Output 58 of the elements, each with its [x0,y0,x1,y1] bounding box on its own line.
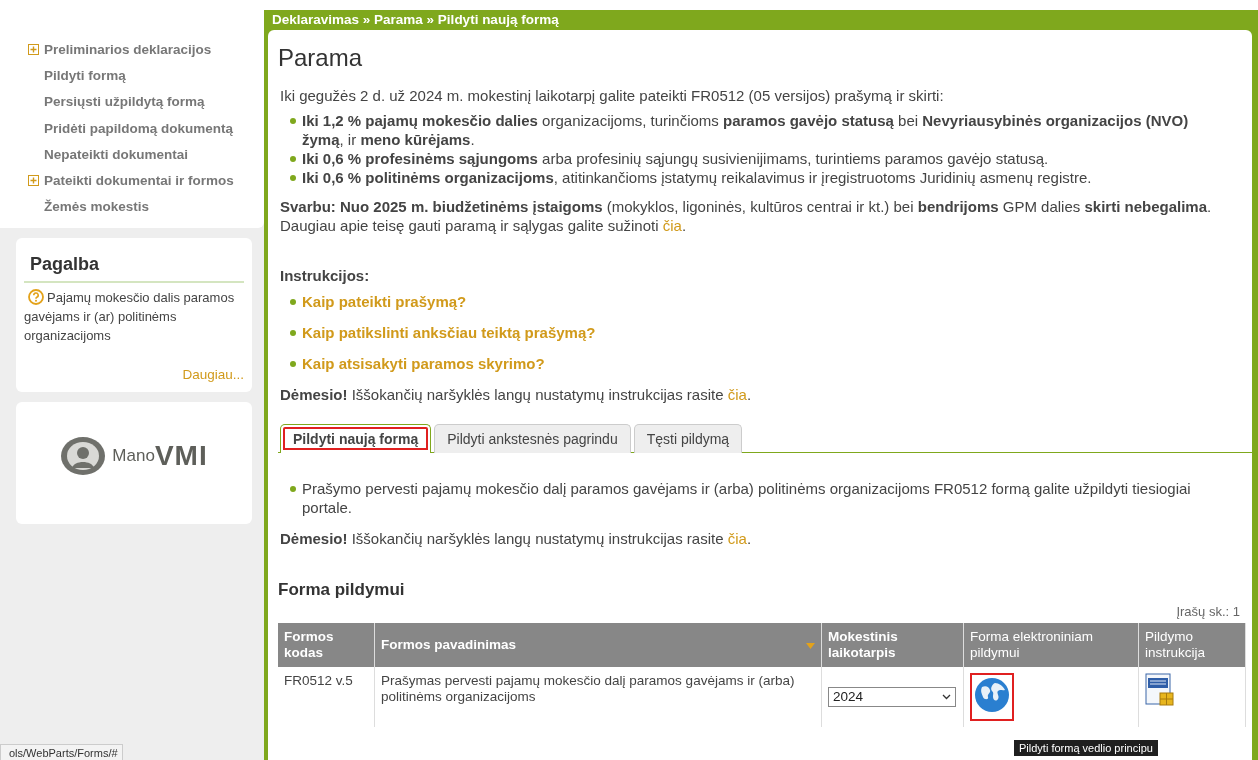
notice-text: Dėmesio! Iššokančių naršyklės langų nustatymų instrukcijas rasite čia. [280,529,753,548]
here-link[interactable]: čia [727,530,747,547]
bullet-text: Iki 0,6 % profesinėms sąjungoms arba profesinių sąjungų susivienijimams, turintiems paramos gavėjo statusą. [302,149,1049,168]
help-icon [28,289,44,306]
section-title: Forma pildymui [278,580,406,600]
column-header[interactable]: Pildymo instrukcija [1138,623,1246,667]
here-link[interactable]: čia [662,217,682,234]
instruction-link[interactable]: Kaip patikslinti anksčiau teiktą prašymą? [302,323,596,342]
column-header[interactable]: Mokestinis laikotarpis [821,623,964,667]
help-text: Pajamų mokesčio dalis paramos gavėjams ir (ar) politinėms organizacijoms [24,288,236,346]
tab[interactable]: Tęsti pildymą [633,424,743,453]
bullet-text: Prašymo pervesti pajamų mokesčio dalį paramos gavėjams ir (arba) politinėms organizacijoms FR0512 formą galite užpildyti tiesiogiai portale. [302,479,1192,517]
tab[interactable]: Pildyti naują formą [280,424,432,453]
bullet-icon [290,175,296,181]
bullet-icon [290,486,296,492]
logo[interactable]: ManoVMI [60,434,208,479]
status-url: ols/WebParts/Forms/# [0,744,123,760]
more-link[interactable]: Daugiau... [182,367,244,383]
intro-text: Iki gegužės 2 d. už 2024 m. mokestinį laikotarpį galite pateikti FR0512 (05 versijos) prašymą ir skirti: [280,86,945,105]
column-header[interactable]: Formos kodas [278,623,375,667]
globe-icon [974,677,1010,713]
more-info-text: Daugiau apie teisę gauti paramą ir sąlygas galite sužinoti čia. [280,216,688,235]
bullet-icon [290,330,296,336]
bullet-icon [290,299,296,305]
bullet-icon [290,361,296,367]
sidebar-menu-link[interactable]: Preliminarios deklaracijos [44,41,212,57]
instruction-link[interactable]: Kaip atsisakyti paramos skyrimo? [302,354,545,373]
sidebar-menu-link[interactable]: Pateikti dokumentai ir formos [44,173,234,189]
tooltip: Pildyti formą vedlio principu [1014,740,1158,756]
instructions-title: Instrukcijos: [280,267,371,284]
sidebar-menu-link[interactable]: Persiųsti užpildytą formą [44,94,205,110]
word-document-icon[interactable] [1145,673,1175,707]
globe-button[interactable] [970,673,1014,721]
bullet-icon [290,118,296,124]
record-count: Įrašų sk.: 1 [1176,604,1240,619]
sidebar-menu-link[interactable]: Žemės mokestis [44,199,150,215]
bullet-icon [290,156,296,162]
column-header[interactable]: Forma elektroniniam pildymui [963,623,1139,667]
help-title: Pagalba [24,248,244,284]
caret-icon [942,694,951,700]
table-cell: Prašymas pervesti pajamų mokesčio dalį paramos gavėjams ir (arba) politinėms organizacijoms [374,667,822,727]
column-header[interactable]: Formos pavadinimas [374,623,822,667]
sort-icon [806,643,815,649]
user-silhouette-icon [60,436,107,477]
sidebar-menu-link[interactable]: Nepateikti dokumentai [44,146,189,162]
page-title: Parama [278,44,364,72]
important-text: Svarbu: Nuo 2025 m. biudžetinėms įstaigoms (mokyklos, ligoninės, kultūros centrai ir kt.) bei bendrijoms GPM dalies skirti nebegalima. [280,197,1213,216]
here-link[interactable]: čia [727,386,747,403]
period-select[interactable]: 2024 [828,687,956,707]
breadcrumb: Deklaravimas » Parama » Pildyti naują formą [271,11,560,29]
bullet-text: Iki 1,2 % pajamų mokesčio dalies organizacijoms, turinčioms paramos gavėjo statusą bei Nevyriausybinės organizacijos (NVO) žymą, ir meno kūrėjams. [302,111,1190,149]
bullet-text: Iki 0,6 % politinėms organizacijoms, atitinkančioms įstatymų reikalavimus ir įregistruotoms Juridinių asmenų registre. [302,168,1092,187]
notice-text: Dėmesio! Iššokančių naršyklės langų nustatymų instrukcijas rasite čia. [280,385,753,404]
instruction-link[interactable]: Kaip pateikti prašymą? [302,292,467,311]
sidebar-menu-link[interactable]: Pridėti papildomą dokumentą [44,120,234,136]
sidebar-menu-link[interactable]: Pildyti formą [44,67,126,83]
table-cell: FR0512 v.5 [278,667,375,727]
tab[interactable]: Pildyti ankstesnės pagrindu [434,424,631,453]
